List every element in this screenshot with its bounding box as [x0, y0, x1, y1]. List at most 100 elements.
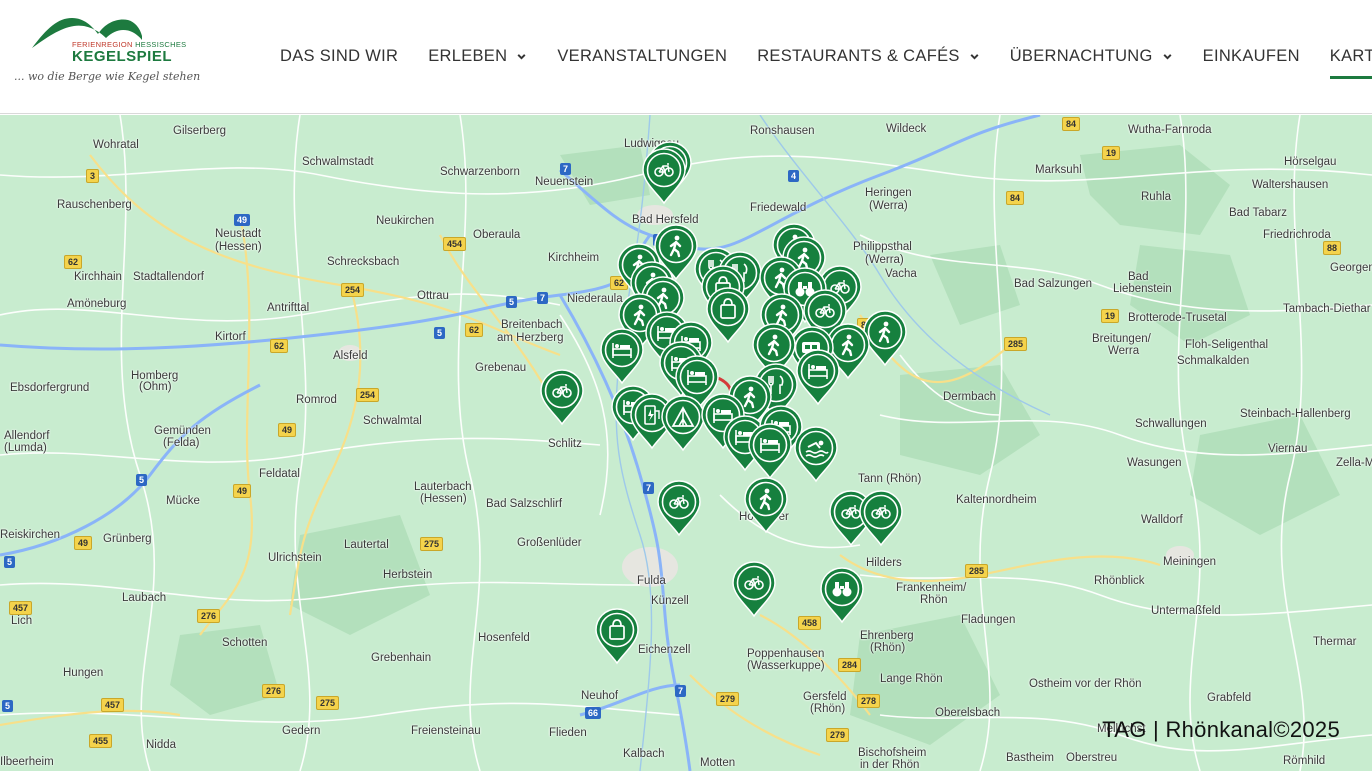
town-label: Grebenau [475, 362, 527, 374]
road-number-badge: 285 [1004, 337, 1028, 351]
road-number-badge: 5 [136, 474, 148, 486]
town-label: Feldatal [259, 468, 300, 480]
nav-item-erleben[interactable]: ERLEBEN [413, 36, 542, 76]
town-label: Zella-M [1336, 457, 1372, 469]
town-label: Walldorf [1141, 514, 1183, 526]
town-label: Hungen [63, 667, 104, 679]
town-label: Wildeck [886, 123, 927, 135]
road-number-badge: 62 [465, 323, 484, 337]
road-number-badge: 84 [1006, 191, 1025, 205]
town-label: am Herzberg [497, 332, 564, 344]
nav-item-einkaufen[interactable]: EINKAUFEN [1188, 36, 1315, 76]
town-label: Allendorf [4, 430, 50, 442]
road-number-badge: 458 [798, 616, 822, 630]
nav-item-übernachtung[interactable]: ÜBERNACHTUNG [995, 36, 1188, 76]
town-label: Breitungen/ [1092, 333, 1151, 345]
town-label: Philippsthal [853, 241, 912, 253]
town-label: Kirtorf [215, 331, 246, 343]
town-label: Fladungen [961, 614, 1016, 626]
town-label: Schotten [222, 637, 268, 649]
town-label: Römhild [1283, 755, 1326, 767]
town-label: (Werra) [865, 254, 904, 266]
map-marker-hiker-icon[interactable] [743, 476, 789, 534]
map-marker-bike-icon[interactable] [656, 479, 702, 537]
town-label: Frankenheim/ [896, 582, 967, 594]
map-marker-bed-icon[interactable] [747, 422, 793, 480]
town-label: Fulda [637, 575, 666, 587]
road-number-badge: 49 [233, 484, 252, 498]
chevron-down-icon [1163, 53, 1172, 60]
town-label: Grabfeld [1207, 692, 1252, 704]
nav-item-veranstaltungen[interactable]: VERANSTALTUNGEN [542, 36, 742, 76]
road-number-badge: 275 [420, 537, 444, 551]
town-label: Friedewald [750, 202, 807, 214]
road-number-badge: 276 [197, 609, 221, 623]
brand-tagline: ... wo die Berge wie Kegel stehen [14, 70, 201, 83]
map-marker-swimmer-icon[interactable] [793, 425, 839, 483]
brand-logo[interactable]: FERIENREGION HESSISCHES KEGELSPIEL ... w… [12, 10, 200, 100]
nav-item-label: DAS SIND WIR [280, 46, 399, 65]
nav-item-restaurants-cafés[interactable]: RESTAURANTS & CAFÉS [742, 36, 995, 76]
town-label: Schwarzenborn [440, 166, 520, 178]
road-number-badge: 279 [716, 692, 740, 706]
town-label: Schwalmstadt [302, 156, 374, 168]
town-label: Ebsdorfergrund [10, 382, 90, 394]
road-number-badge: 454 [443, 237, 467, 251]
road-number-badge: 5 [434, 327, 446, 339]
map-marker-bed-icon[interactable] [599, 327, 645, 385]
map-marker-bike-icon[interactable] [539, 368, 585, 426]
road-number-badge: 457 [101, 698, 125, 712]
road-number-badge: 7 [675, 685, 687, 697]
town-label: Bischofsheim [858, 747, 927, 759]
map-marker-binoculars-icon[interactable] [819, 566, 865, 624]
road-number-badge: 279 [826, 728, 850, 742]
town-label: Kalbach [623, 748, 665, 760]
map-marker-bike-icon[interactable] [858, 489, 904, 547]
town-label: Gemünden [154, 425, 211, 437]
town-label: Grünberg [103, 533, 152, 545]
main-navigation: DAS SIND WIR ERLEBEN VERANSTALTUNGEN RESTAU… [265, 36, 1372, 79]
town-label: Großenlüder [517, 537, 582, 549]
town-label: Oberstreu [1066, 752, 1118, 764]
map-marker-bike-icon[interactable] [731, 560, 777, 618]
road-number-badge: 254 [341, 283, 365, 297]
town-label: Grebenhain [371, 652, 432, 664]
road-number-badge: 285 [965, 564, 989, 578]
road-number-badge: 49 [278, 423, 297, 437]
town-label: Bad Salzschlirf [486, 498, 563, 510]
road-number-badge: 62 [64, 255, 83, 269]
town-label: (Lumda) [4, 442, 47, 454]
map-marker-shopping-bag-icon[interactable] [594, 607, 640, 665]
town-label: Liebenstein [1113, 283, 1172, 295]
town-label: Gersfeld [803, 691, 847, 703]
town-label: Schrecksbach [327, 256, 400, 268]
town-label: Rhönblick [1094, 575, 1145, 587]
road-number-badge: 457 [9, 601, 33, 615]
town-label: Freiensteinau [411, 725, 481, 737]
road-number-badge: 19 [1102, 146, 1121, 160]
nav-item-karte[interactable]: KARTE [1315, 36, 1372, 79]
nav-item-das-sind-wir[interactable]: DAS SIND WIR [265, 36, 413, 76]
town-label: Lange Rhön [880, 673, 943, 685]
nav-item-label: ERLEBEN [428, 46, 508, 65]
town-label: Dermbach [943, 391, 997, 403]
town-label: Herbstein [383, 569, 433, 581]
town-label: Ehrenberg [860, 630, 914, 642]
road-number-badge: 7 [643, 482, 655, 494]
road-number-badge: 278 [857, 694, 881, 708]
map-marker-bike-icon[interactable] [641, 147, 687, 205]
town-label: (Werra) [869, 200, 908, 212]
map-marker-bed-icon[interactable] [795, 348, 841, 406]
town-label: Gilserberg [173, 125, 227, 137]
town-label: Poppenhausen [747, 648, 825, 660]
town-label: Vacha [885, 268, 917, 280]
town-label: Meiningen [1163, 556, 1217, 568]
nav-item-label: EINKAUFEN [1202, 46, 1300, 65]
town-label: Hosenfeld [478, 632, 530, 644]
town-label: Viernau [1268, 443, 1308, 455]
town-label: Romrod [296, 394, 337, 406]
town-label: Werra [1108, 345, 1140, 357]
town-label: Stadtallendorf [133, 271, 204, 283]
town-label: Ruhla [1141, 191, 1172, 203]
map-view[interactable]: Gilserberg Wohratal Schwalmstadt Ludwigsau R… [0, 115, 1372, 771]
